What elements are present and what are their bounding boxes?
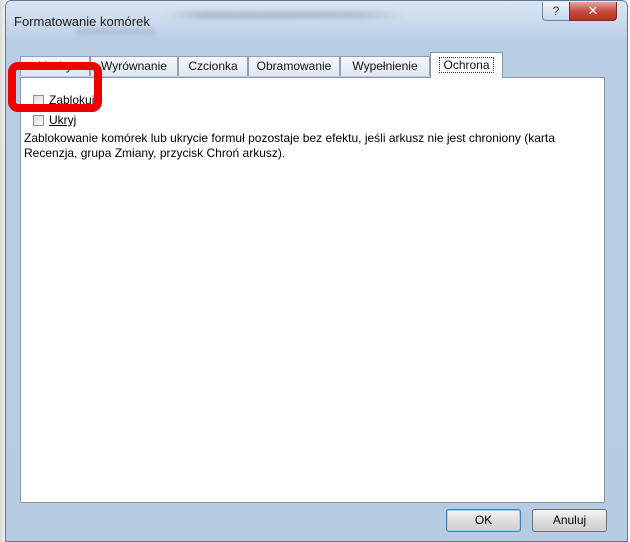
tab-protection[interactable]: Ochrona [430, 52, 503, 78]
tab-label: Ochrona [439, 57, 494, 73]
tab-border[interactable]: Obramowanie [248, 56, 340, 76]
cancel-button[interactable]: Anuluj [532, 509, 607, 532]
blurred-background-text [76, 29, 156, 35]
tab-font[interactable]: Czcionka [178, 56, 248, 76]
blurred-background-text [166, 11, 406, 19]
ok-button[interactable]: OK [446, 509, 521, 532]
hide-checkbox-row[interactable]: Ukryj [33, 113, 76, 127]
close-icon: ✕ [587, 3, 599, 18]
help-button[interactable]: ? [542, 2, 570, 21]
protection-panel: Zablokuj Ukryj Zablokowanie komórek lub … [20, 77, 605, 503]
close-button[interactable]: ✕ [569, 2, 617, 21]
protection-description: Zablokowanie komórek lub ukrycie formuł … [24, 131, 555, 160]
tab-label: Wypełnienie [352, 59, 418, 73]
highlight-annotation [8, 62, 102, 112]
tab-alignment[interactable]: Wyrównanie [90, 56, 178, 76]
help-icon: ? [552, 4, 560, 18]
title-bar[interactable]: Formatowanie komórek ? ✕ [6, 1, 627, 37]
tab-label: Czcionka [188, 59, 238, 73]
tab-label: Obramowanie [256, 59, 332, 73]
tab-label: Wyrównanie [101, 59, 167, 73]
hide-checkbox-label[interactable]: Ukryj [49, 113, 76, 127]
hide-checkbox[interactable] [33, 114, 44, 126]
tab-fill[interactable]: Wypełnienie [340, 56, 430, 76]
dialog-title: Formatowanie komórek [14, 14, 150, 29]
